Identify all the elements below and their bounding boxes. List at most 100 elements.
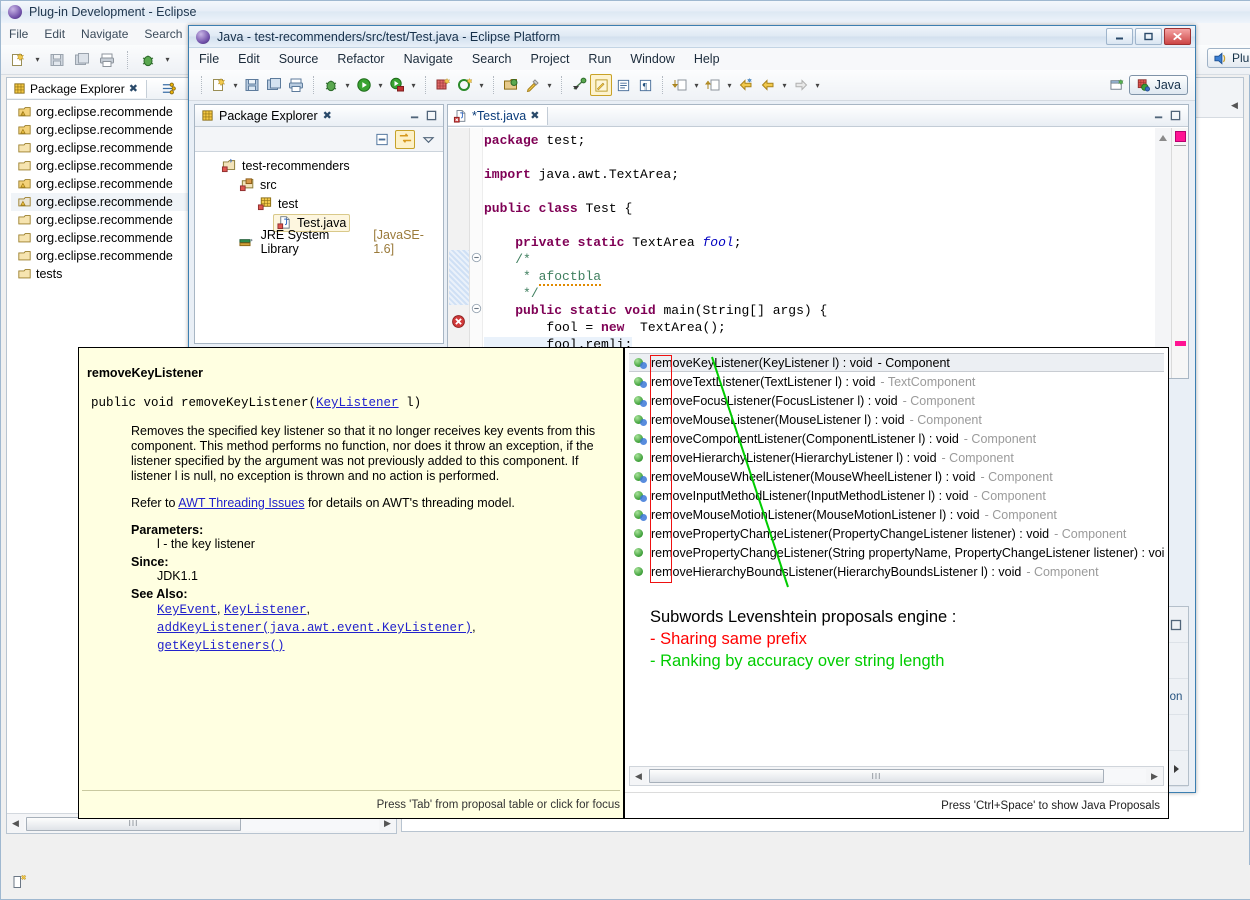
list-item[interactable]: removeMouseListener(MouseListener l) : v… (629, 410, 1164, 429)
menu-run[interactable]: Run (588, 52, 611, 66)
signature-type-link[interactable]: KeyListener (316, 396, 399, 410)
list-item[interactable]: removeHierarchyListener(HierarchyListene… (629, 448, 1164, 467)
list-item[interactable]: removeMouseWheelListener(MouseWheelListe… (629, 467, 1164, 486)
code-completion-popup[interactable]: removeKeyListener(KeyListener l) : void … (624, 347, 1169, 819)
overview-error-marker[interactable] (1175, 341, 1186, 346)
menu-refactor[interactable]: Refactor (337, 52, 384, 66)
scroll-left-icon[interactable]: ◀ (630, 767, 647, 785)
print-icon[interactable] (96, 49, 118, 71)
new-icon[interactable] (7, 49, 29, 71)
editor-overview-ruler[interactable] (1171, 128, 1188, 378)
collapse-all-icon[interactable] (372, 130, 392, 149)
print-icon[interactable] (285, 74, 307, 96)
proposal-hscrollbar[interactable]: ◀ III ▶ (629, 766, 1164, 786)
outer-menu-file[interactable]: File (9, 27, 28, 41)
package-explorer-tree[interactable]: test-recommenders src test Test.java JRE… (195, 153, 443, 343)
save-all-icon[interactable] (71, 49, 93, 71)
list-item[interactable]: removePropertyChangeListener(String prop… (629, 543, 1164, 562)
next-edit-location-icon[interactable] (702, 74, 724, 96)
menu-edit[interactable]: Edit (238, 52, 260, 66)
see-also-link-getkeylisteners[interactable]: getKeyListeners() (157, 639, 285, 653)
tree-item-package[interactable]: test (195, 194, 443, 213)
outer-perspective-button[interactable]: Plu (1207, 48, 1250, 68)
chevron-down-icon[interactable]: ▾ (408, 74, 419, 96)
search-icon[interactable] (522, 74, 544, 96)
chevron-down-icon[interactable]: ▾ (724, 74, 735, 96)
next-annotation-icon[interactable] (568, 74, 590, 96)
outer-menu-search[interactable]: Search (144, 27, 182, 41)
chevron-down-icon[interactable]: ▾ (230, 74, 241, 96)
see-also-link-keylistener[interactable]: KeyListener (224, 603, 307, 617)
editor-tab-test-java[interactable]: *Test.java ✖ (448, 106, 549, 125)
editor-folding-ruler[interactable] (470, 128, 483, 378)
run-icon[interactable] (353, 74, 375, 96)
save-all-icon[interactable] (263, 74, 285, 96)
tab-package-explorer[interactable]: Package Explorer ✖ (195, 109, 410, 123)
link-with-editor-icon[interactable] (395, 129, 415, 149)
tree-item-src[interactable]: src (195, 175, 443, 194)
proposal-list[interactable]: removeKeyListener(KeyListener l) : void … (629, 353, 1164, 591)
chevron-down-icon[interactable]: ▾ (691, 74, 702, 96)
open-perspective-icon[interactable] (1107, 74, 1129, 96)
maximize-button[interactable] (1135, 28, 1162, 45)
hscroll-track[interactable]: III (647, 769, 1146, 783)
forward-icon[interactable] (790, 74, 812, 96)
outer-tab-package-explorer[interactable]: Package Explorer ✖ (7, 79, 147, 98)
list-item[interactable]: removeMouseMotionListener(MouseMotionLis… (629, 505, 1164, 524)
list-item[interactable]: removePropertyChangeListener(PropertyCha… (629, 524, 1164, 543)
chevron-down-icon[interactable]: ▾ (544, 74, 555, 96)
list-item[interactable]: removeFocusListener(FocusListener l) : v… (629, 391, 1164, 410)
overview-error-marker[interactable] (1175, 131, 1186, 142)
close-button[interactable] (1164, 28, 1191, 45)
outer-tab-hierarchy[interactable] (161, 81, 176, 96)
hscroll-thumb[interactable]: III (649, 769, 1104, 783)
save-icon[interactable] (241, 74, 263, 96)
scroll-left-icon[interactable]: ◀ (1226, 99, 1243, 117)
list-item[interactable]: removeKeyListener(KeyListener l) : void … (629, 353, 1164, 372)
inner-titlebar[interactable]: Java - test-recommenders/src/test/Test.j… (189, 26, 1195, 48)
close-icon[interactable]: ✖ (323, 109, 332, 122)
new-annotation-icon[interactable] (454, 74, 476, 96)
menu-search[interactable]: Search (472, 52, 512, 66)
perspective-button-java[interactable]: Java (1128, 75, 1188, 95)
chevron-down-icon[interactable]: ▾ (375, 74, 386, 96)
fold-toggle-icon[interactable] (471, 252, 482, 266)
outer-menu-edit[interactable]: Edit (44, 27, 65, 41)
debug-icon[interactable] (137, 49, 159, 71)
javadoc-hover-popup[interactable]: removeKeyListener public void removeKeyL… (78, 347, 624, 819)
back-icon[interactable] (757, 74, 779, 96)
fold-toggle-icon[interactable] (471, 303, 482, 317)
tree-item-library[interactable]: JRE System Library [JavaSE-1.6] (195, 228, 443, 256)
close-icon[interactable]: ✖ (530, 109, 539, 122)
minimize-view-icon[interactable] (410, 110, 421, 121)
menu-source[interactable]: Source (279, 52, 319, 66)
list-item[interactable]: removeTextListener(TextListener l) : voi… (629, 372, 1164, 391)
scroll-right-icon[interactable]: ▶ (1146, 767, 1163, 785)
new-icon[interactable] (208, 74, 230, 96)
awt-threading-issues-link[interactable]: AWT Threading Issues (178, 496, 304, 510)
maximize-view-icon[interactable] (1170, 110, 1181, 121)
back-history-icon[interactable] (735, 74, 757, 96)
list-item[interactable]: removeComponentListener(ComponentListene… (629, 429, 1164, 448)
tree-item-project[interactable]: test-recommenders (195, 156, 443, 175)
minimize-view-icon[interactable] (1154, 110, 1165, 121)
pilcrow-icon[interactable]: ¶ (634, 74, 656, 96)
menu-help[interactable]: Help (694, 52, 720, 66)
debug-icon[interactable] (320, 74, 342, 96)
save-icon[interactable] (46, 49, 68, 71)
scroll-left-icon[interactable]: ◀ (7, 815, 24, 833)
chevron-down-icon[interactable]: ▾ (476, 74, 487, 96)
list-item[interactable]: removeInputMethodListener(InputMethodLis… (629, 486, 1164, 505)
close-icon[interactable]: ✖ (129, 82, 138, 95)
outer-menu-navigate[interactable]: Navigate (81, 27, 128, 41)
editor-annotation-gutter[interactable] (448, 128, 470, 378)
menu-project[interactable]: Project (531, 52, 570, 66)
see-also-link-addkeylistener[interactable]: addKeyListener(java.awt.event.KeyListene… (157, 621, 472, 635)
previous-edit-location-icon[interactable] (669, 74, 691, 96)
menu-window[interactable]: Window (630, 52, 674, 66)
show-whitespace-icon[interactable] (612, 74, 634, 96)
chevron-down-icon[interactable]: ▾ (779, 74, 790, 96)
chevron-down-icon[interactable]: ▾ (32, 49, 43, 71)
maximize-view-icon[interactable] (426, 110, 437, 121)
list-item[interactable]: removeHierarchyBoundsListener(HierarchyB… (629, 562, 1164, 581)
